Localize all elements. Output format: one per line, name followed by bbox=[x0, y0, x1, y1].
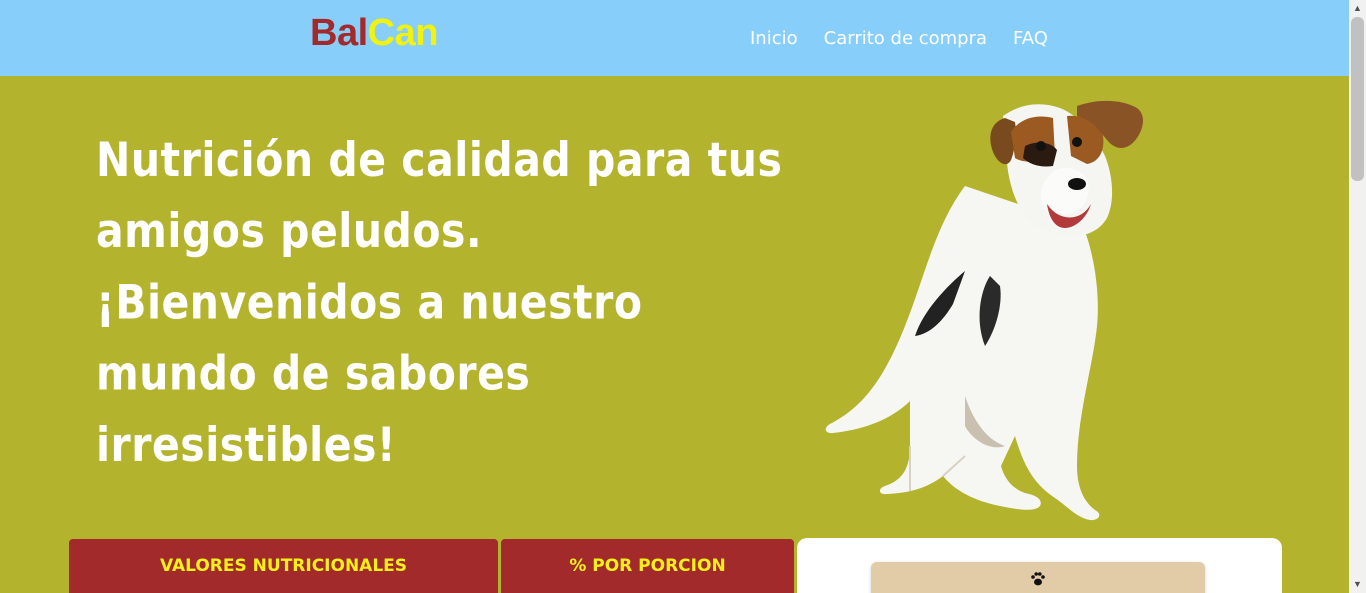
product-box-image bbox=[871, 562, 1205, 593]
paw-icon bbox=[1031, 572, 1045, 586]
scroll-thumb[interactable] bbox=[1351, 17, 1364, 181]
brand-logo-part1: Bal bbox=[310, 12, 368, 54]
tab-valores-nutricionales[interactable]: VALORES NUTRICIONALES bbox=[69, 539, 498, 593]
vertical-scrollbar[interactable]: ▲ ▼ bbox=[1349, 0, 1366, 593]
tab-por-porcion[interactable]: % POR PORCION bbox=[501, 539, 794, 593]
nav-link-inicio[interactable]: Inicio bbox=[750, 28, 798, 50]
product-card bbox=[797, 538, 1282, 593]
main-nav: Inicio Carrito de compra FAQ bbox=[738, 28, 1074, 50]
brand-logo-part2: Can bbox=[367, 12, 439, 54]
brand-logo[interactable]: BalCan bbox=[310, 14, 438, 52]
top-header: BalCan Inicio Carrito de compra FAQ bbox=[0, 0, 1349, 76]
hero-headline: Nutrición de calidad para tus amigos pel… bbox=[96, 132, 783, 473]
nav-link-carrito[interactable]: Carrito de compra bbox=[824, 28, 987, 50]
nav-link-faq[interactable]: FAQ bbox=[1013, 28, 1048, 50]
dog-illustration bbox=[825, 100, 1143, 521]
scroll-up-arrow-icon[interactable]: ▲ bbox=[1349, 0, 1366, 17]
scroll-down-arrow-icon[interactable]: ▼ bbox=[1349, 576, 1366, 593]
